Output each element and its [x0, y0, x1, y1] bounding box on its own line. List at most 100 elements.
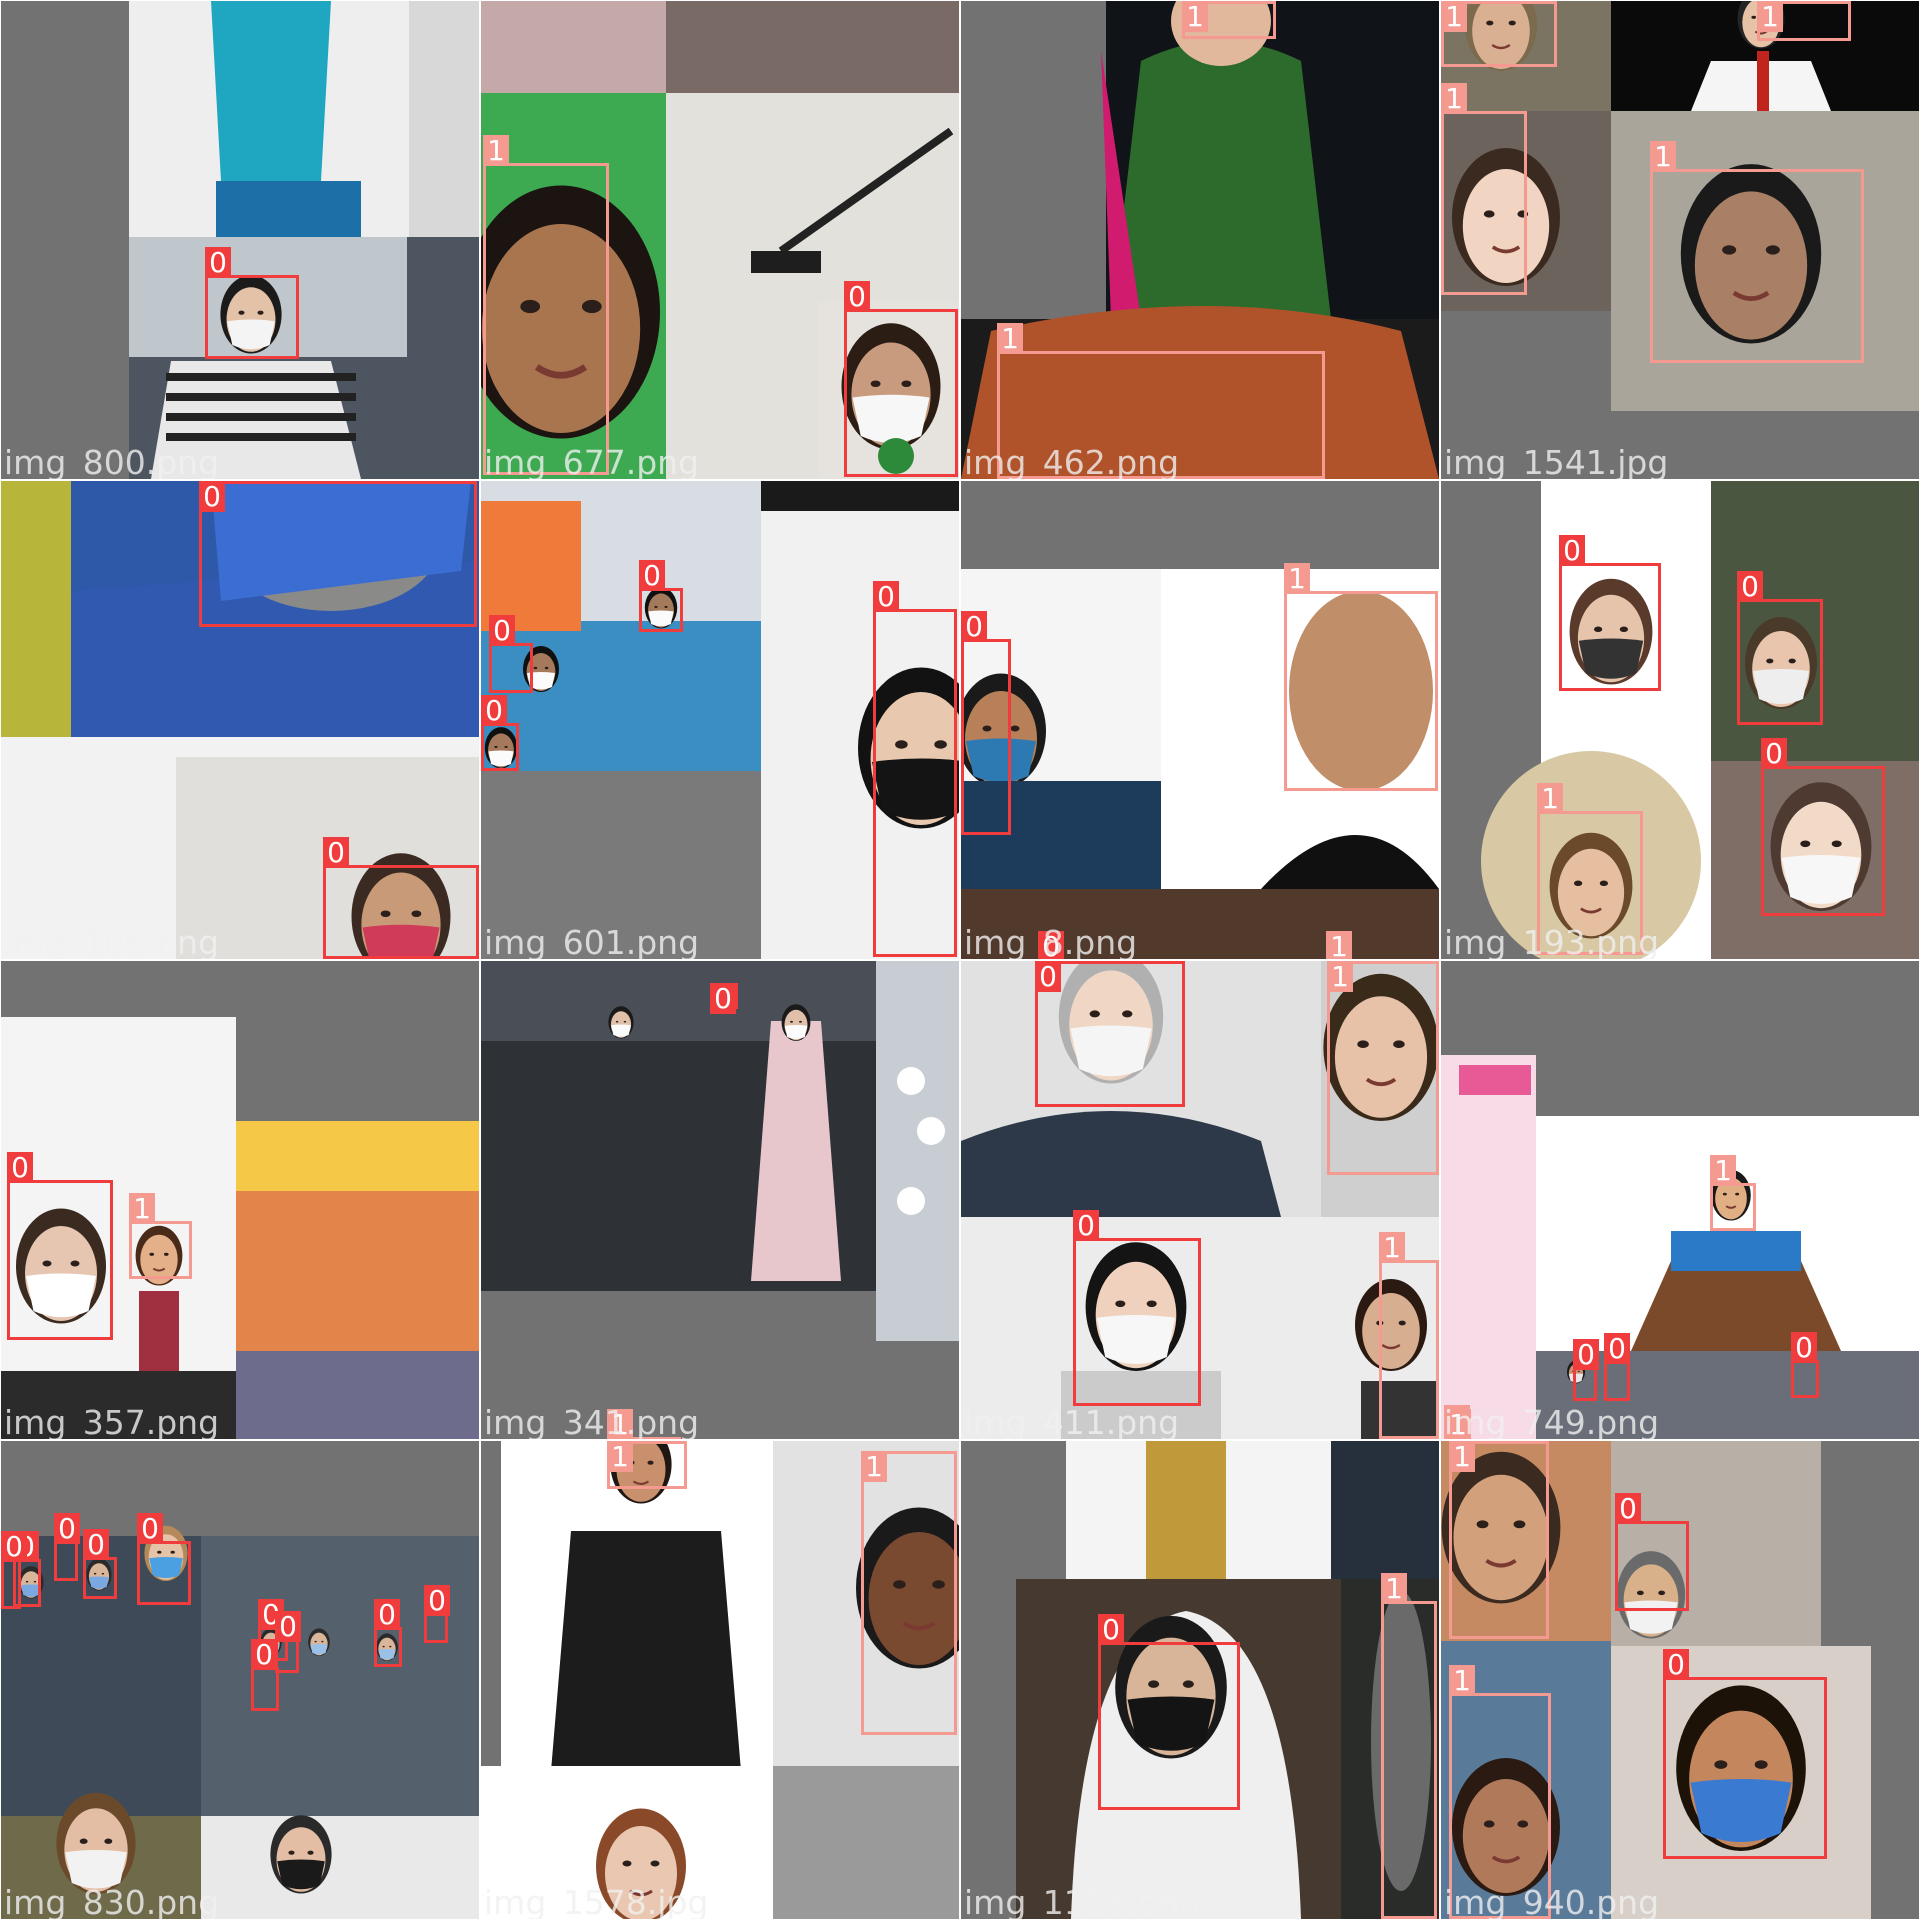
tile-filename: img_357.png	[4, 1403, 220, 1439]
bbox-class-label: 1	[1757, 1, 1783, 33]
tile-filename: img_411.png	[964, 1403, 1180, 1439]
bbox-class-label: 0	[1737, 571, 1763, 603]
bbox-class-label: 0	[323, 837, 349, 869]
bbox-class-0: 0	[251, 1639, 279, 1711]
tile-filename: img_601.png	[484, 923, 700, 959]
bbox-class-0: 0	[1573, 1339, 1599, 1401]
bbox-class-label: 1	[997, 323, 1023, 355]
mosaic-tile: 1 1 img_462.png	[961, 1, 1439, 479]
bbox-class-0: 0	[323, 837, 479, 959]
mosaic-grid: 0 img_800.png 1 0 img_677.png 1 1 img_462.png 1 1…	[0, 0, 1920, 1920]
bbox-class-0: 0	[1663, 1649, 1827, 1859]
bbox-class-1: 1	[607, 1441, 687, 1489]
bbox-class-1: 1	[1449, 1441, 1549, 1639]
bbox-class-0: 0	[481, 695, 519, 771]
bbox-class-label: 0	[1035, 961, 1061, 993]
bbox-class-1: 1	[1327, 961, 1439, 1175]
bbox-class-label: 0	[424, 1585, 450, 1617]
mosaic-tile: 0 1 img_341.png	[481, 961, 959, 1439]
mosaic-tile: 0 0 1 0 img_193.png	[1441, 481, 1919, 959]
bbox-class-label: 0	[1663, 1649, 1689, 1681]
bbox-class-label: 1	[1182, 1, 1208, 33]
mosaic-tile: 1 0 img_677.png	[481, 1, 959, 479]
tile-filename: img_1578.jpg	[484, 1883, 709, 1919]
bbox-class-0: 0	[1073, 1210, 1201, 1406]
bbox-class-label: 0	[83, 1529, 109, 1561]
bbox-class-0: 0	[1559, 535, 1661, 691]
bbox-class-label: 1	[1449, 1665, 1475, 1697]
bbox-class-1: 1	[1441, 1, 1557, 67]
bbox-class-label: 1	[1650, 141, 1676, 173]
bbox-class-label: 0	[205, 247, 231, 279]
bbox-class-label: 1	[1441, 83, 1467, 115]
tile-filename: img_462.png	[964, 443, 1180, 479]
bbox-class-0: 0	[1604, 1333, 1630, 1401]
bbox-class-label: 1	[1326, 931, 1352, 959]
bbox-class-0: 0	[54, 1513, 80, 1581]
bbox-class-label: 0	[54, 1513, 80, 1545]
tile-filename: img_677.png	[484, 443, 700, 479]
bbox-class-label: 0	[1604, 1333, 1630, 1365]
bbox-class-0: 0	[1, 1531, 27, 1609]
mosaic-tile: 0 0 img_106.png	[1, 481, 479, 959]
tile-filename: img_830.png	[4, 1883, 220, 1919]
bbox-class-label: 1	[1381, 1573, 1407, 1605]
bbox-class-label: 0	[710, 983, 736, 1015]
bbox-class-1: 1	[1650, 141, 1864, 363]
bbox-class-label: 0	[873, 581, 899, 613]
bbox-class-label: 1	[129, 1193, 155, 1225]
bbox-class-0: 0	[83, 1529, 117, 1599]
tile-filename: img_8.png	[964, 923, 1138, 959]
bbox-class-label: 1	[1379, 1232, 1405, 1264]
tile-filename: img_106.png	[4, 923, 220, 959]
bbox-class-label: 0	[1761, 738, 1787, 770]
mosaic-tile: 0 1 img_1118.png	[961, 1441, 1439, 1919]
tile-filename: img_1541.jpg	[1444, 443, 1669, 479]
bbox-class-label: 0	[1, 1531, 27, 1563]
bbox-class-label: 0	[7, 1152, 33, 1184]
mosaic-tile: 0 1 0 1 img_8.png	[961, 481, 1439, 959]
bbox-class-0: 0	[844, 281, 958, 477]
bbox-class-1: 1	[1182, 1, 1276, 39]
bbox-class-0: 0	[1761, 738, 1885, 916]
bbox-class-0: 0	[7, 1152, 113, 1340]
bbox-class-0: 0	[205, 247, 299, 359]
tile-filename: img_1118.png	[964, 1883, 1201, 1919]
tile-filename: img_341.png	[484, 1403, 700, 1439]
bbox-class-label: 1	[1537, 783, 1563, 815]
mosaic-tile: 0 1 img_357.png	[1, 961, 479, 1439]
bbox-class-0: 0	[374, 1599, 402, 1667]
bbox-class-label: 0	[1098, 1614, 1124, 1646]
bbox-class-0: 0	[1615, 1493, 1689, 1611]
bbox-class-label: 0	[251, 1639, 277, 1671]
bbox-class-label: 0	[489, 615, 515, 647]
mosaic-tile: 0 img_800.png	[1, 1, 479, 479]
bbox-class-1: 1	[1710, 1155, 1756, 1231]
bbox-class-label: 0	[1559, 535, 1585, 567]
bbox-class-label: 0	[639, 560, 665, 592]
tile-filename: img_749.png	[1444, 1403, 1660, 1439]
bbox-class-1: 1	[1379, 1232, 1439, 1439]
bbox-class-1: 1	[1381, 1573, 1437, 1919]
mosaic-tile: 1 0 1 0 img_940.png	[1441, 1441, 1919, 1919]
bbox-class-1: 1	[1441, 83, 1527, 295]
bbox-class-label: 1	[1710, 1155, 1736, 1187]
tile-filename: img_940.png	[1444, 1883, 1660, 1919]
bbox-class-label: 0	[1791, 1332, 1817, 1364]
bbox-class-1: 1	[1284, 563, 1438, 791]
tile-filename: img_800.png	[4, 443, 220, 479]
bbox-class-label: 1	[483, 135, 509, 167]
bbox-class-label: 0	[844, 281, 870, 313]
bbox-class-0: 0	[1791, 1332, 1819, 1398]
bbox-class-label: 0	[374, 1599, 400, 1631]
bbox-class-label: 0	[1573, 1339, 1599, 1371]
bbox-class-label: 0	[961, 611, 987, 643]
tile-filename: img_193.png	[1444, 923, 1660, 959]
bbox-class-label: 0	[275, 1611, 301, 1643]
bbox-class-label: 1	[607, 1441, 633, 1473]
mosaic-tile: 0000000000img_830.png	[1, 1441, 479, 1919]
mosaic-tile: 1 1 1 1 img_1541.jpg	[1441, 1, 1919, 479]
bbox-class-0: 0	[961, 611, 1011, 835]
bbox-class-0: 0	[489, 615, 533, 693]
tile-photo	[129, 1, 479, 479]
